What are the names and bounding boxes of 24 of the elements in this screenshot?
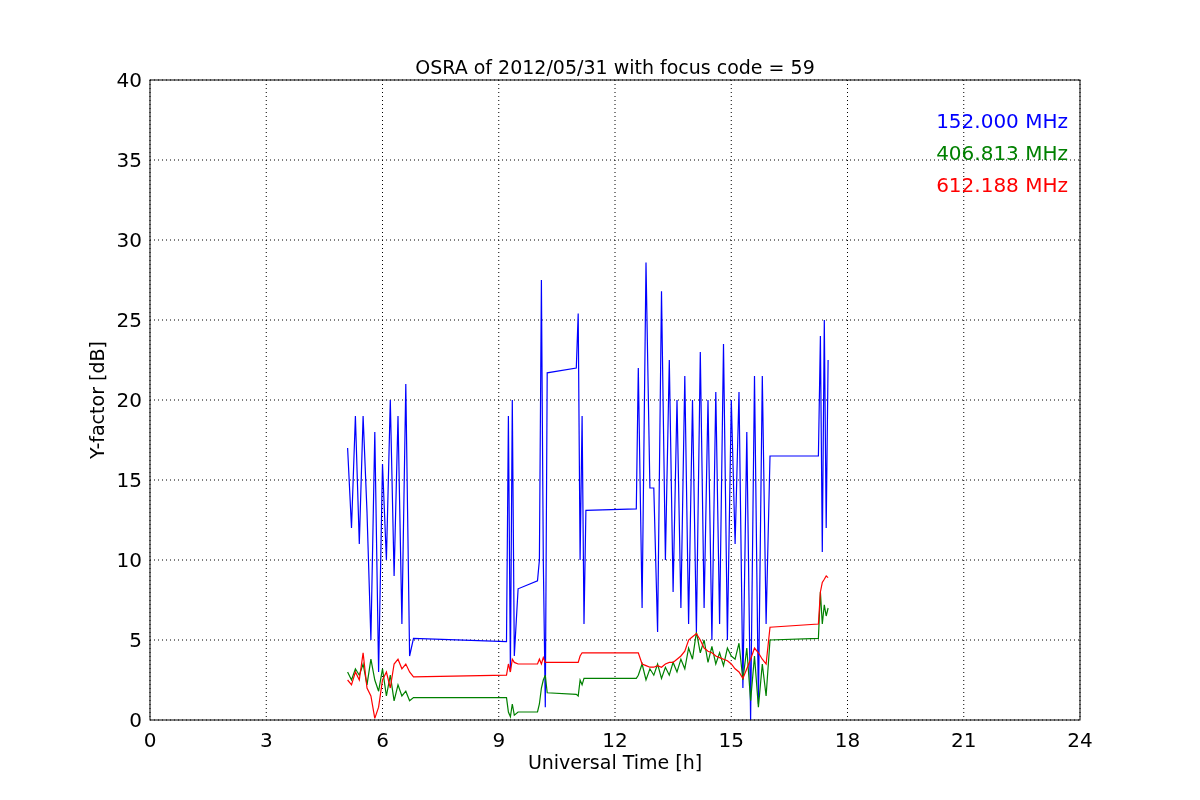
x-tick-label: 3	[259, 728, 273, 752]
x-tick-label: 15	[718, 728, 744, 752]
y-tick-label: 5	[129, 628, 142, 652]
y-tick-label: 40	[116, 68, 142, 92]
legend-label: 612.188 MHz	[936, 173, 1068, 197]
y-tick-label: 10	[116, 548, 142, 572]
x-tick-label: 21	[951, 728, 977, 752]
y-tick-label: 35	[116, 148, 142, 172]
legend-label: 406.813 MHz	[936, 141, 1068, 165]
x-tick-label: 9	[492, 728, 506, 752]
y-tick-label: 25	[116, 308, 142, 332]
x-tick-label: 12	[602, 728, 628, 752]
x-tick-label: 18	[834, 728, 861, 752]
x-axis-label: Universal Time [h]	[527, 751, 703, 773]
chart-title: OSRA of 2012/05/31 with focus code = 59	[415, 56, 815, 78]
y-axis-label: Y-factor [dB]	[86, 341, 108, 459]
legend-label: 152.000 MHz	[936, 109, 1068, 133]
y-tick-label: 15	[116, 468, 142, 492]
y-tick-label: 30	[116, 228, 142, 252]
y-tick-label: 20	[116, 388, 142, 412]
x-tick-label: 24	[1067, 728, 1093, 752]
y-tick-label: 0	[129, 708, 142, 732]
x-tick-label: 0	[143, 728, 157, 752]
x-tick-label: 6	[376, 728, 389, 752]
